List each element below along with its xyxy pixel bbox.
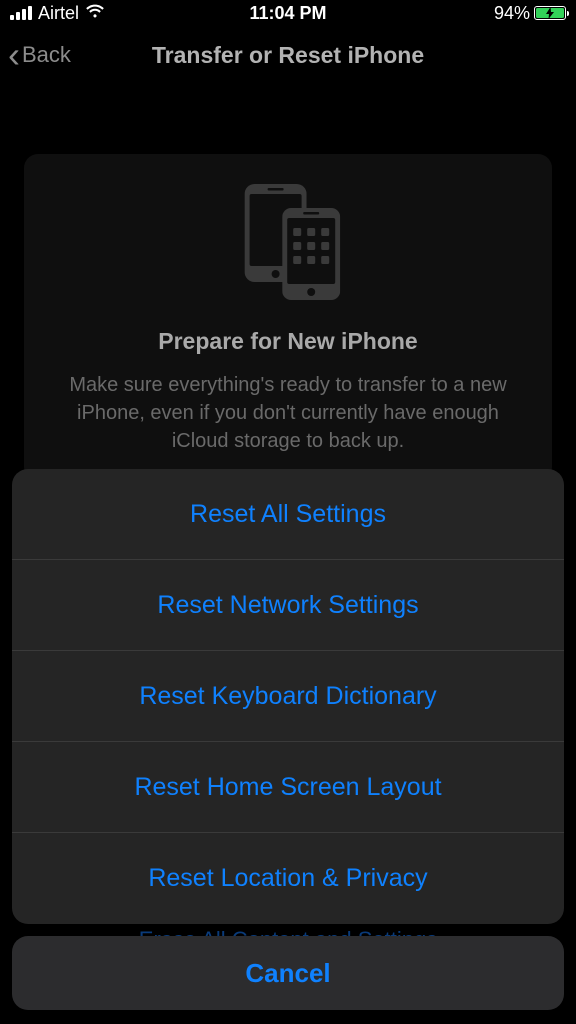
status-left: Airtel xyxy=(10,3,105,24)
prepare-card: Prepare for New iPhone Make sure everyth… xyxy=(24,154,552,481)
battery-indicator: 94% xyxy=(494,3,566,24)
phone-front-icon xyxy=(282,208,340,300)
phones-illustration xyxy=(42,184,534,300)
signal-icon xyxy=(10,6,32,20)
action-sheet: Reset All Settings Reset Network Setting… xyxy=(12,469,564,924)
battery-percent: 94% xyxy=(494,3,530,24)
cancel-button[interactable]: Cancel xyxy=(12,936,564,1010)
back-label: Back xyxy=(22,42,71,68)
reset-all-settings-option[interactable]: Reset All Settings xyxy=(12,469,564,560)
page-title: Transfer or Reset iPhone xyxy=(152,42,424,69)
action-sheet-container: Reset All Settings Reset Network Setting… xyxy=(0,469,576,1024)
reset-home-screen-layout-option[interactable]: Reset Home Screen Layout xyxy=(12,742,564,833)
chevron-left-icon: ‹ xyxy=(8,37,20,73)
card-title: Prepare for New iPhone xyxy=(42,328,534,355)
reset-network-settings-option[interactable]: Reset Network Settings xyxy=(12,560,564,651)
back-button[interactable]: ‹ Back xyxy=(8,37,71,73)
status-bar: Airtel 11:04 PM 94% xyxy=(0,0,576,26)
reset-keyboard-dictionary-option[interactable]: Reset Keyboard Dictionary xyxy=(12,651,564,742)
nav-bar: ‹ Back Transfer or Reset iPhone xyxy=(0,26,576,84)
status-time: 11:04 PM xyxy=(249,3,326,24)
carrier-label: Airtel xyxy=(38,3,79,24)
status-right: 94% xyxy=(494,3,566,24)
wifi-icon xyxy=(85,3,105,24)
reset-location-privacy-option[interactable]: Reset Location & Privacy xyxy=(12,833,564,924)
card-description: Make sure everything's ready to transfer… xyxy=(42,371,534,455)
battery-icon xyxy=(534,6,566,20)
